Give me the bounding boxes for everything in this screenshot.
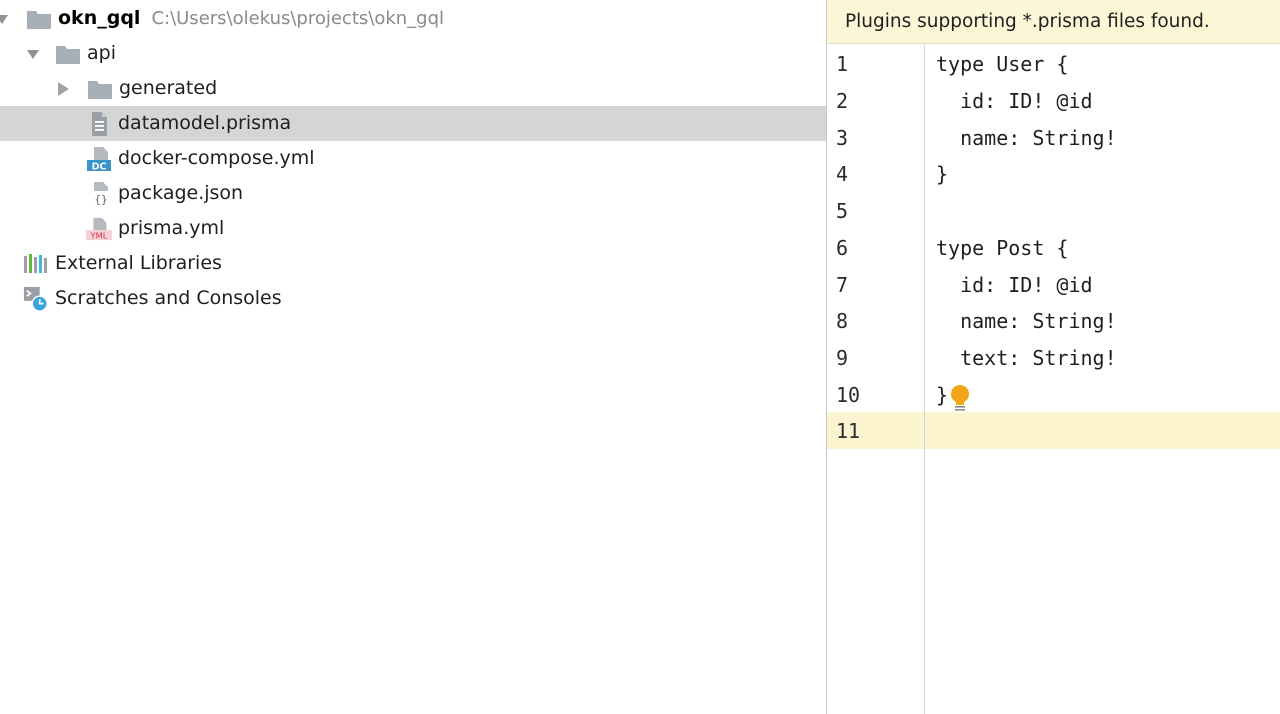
code-text: id: ID! @id: [936, 89, 1093, 113]
docker-compose-file-icon: DC: [86, 146, 112, 172]
tree-item-label: prisma.yml: [118, 217, 225, 239]
project-tree: okn_gql C:\Users\olekus\projects\okn_gql…: [0, 0, 826, 714]
tree-item-label: datamodel.prisma: [118, 112, 292, 134]
chevron-down-icon[interactable]: [25, 46, 41, 62]
tree-item-generated[interactable]: generated: [0, 71, 826, 106]
gutter-separator: [924, 44, 925, 714]
code-line-current[interactable]: 11: [827, 412, 1280, 449]
svg-text:{}: {}: [94, 193, 107, 206]
line-number: 5: [836, 199, 849, 223]
chevron-down-icon[interactable]: [0, 11, 10, 27]
code-text: name: String!: [936, 309, 1117, 333]
tree-item-label: api: [87, 42, 116, 64]
tree-item-label: generated: [119, 77, 218, 99]
code-text: name: String!: [936, 126, 1117, 150]
line-number: 8: [836, 309, 849, 333]
folder-icon: [55, 41, 81, 67]
json-file-icon: {}: [86, 181, 112, 207]
line-number: 3: [836, 126, 849, 150]
code-line[interactable]: 8 name: String!: [827, 302, 1280, 339]
code-line[interactable]: 4 }: [827, 155, 1280, 192]
line-number: 11: [836, 419, 861, 443]
yaml-file-icon: YML: [86, 216, 112, 242]
code-text: text: String!: [936, 346, 1117, 370]
line-number: 10: [836, 383, 861, 407]
folder-icon: [87, 76, 113, 102]
code-text: id: ID! @id: [936, 273, 1093, 297]
code-editor[interactable]: Plugins supporting *.prisma files found.…: [827, 0, 1280, 714]
code-line[interactable]: 7 id: ID! @id: [827, 266, 1280, 303]
tree-item-api[interactable]: api: [0, 36, 826, 71]
code-line[interactable]: 3 name: String!: [827, 119, 1280, 156]
scratches-icon: [23, 286, 49, 312]
plugins-notification-banner[interactable]: Plugins supporting *.prisma files found.: [827, 0, 1280, 44]
project-path: C:\Users\olekus\projects\okn_gql: [151, 7, 445, 29]
svg-text:DC: DC: [92, 161, 107, 172]
line-number: 1: [836, 52, 849, 76]
line-number: 2: [836, 89, 849, 113]
tree-item-label: package.json: [118, 182, 244, 204]
lightbulb-icon[interactable]: [949, 384, 971, 414]
code-text: type Post {: [936, 236, 1069, 260]
code-line[interactable]: 6 type Post {: [827, 229, 1280, 266]
text-file-icon: [86, 111, 112, 137]
code-text: }: [936, 162, 949, 186]
libraries-icon: [23, 251, 49, 277]
code-line[interactable]: 5: [827, 192, 1280, 229]
project-name: okn_gql: [58, 7, 141, 29]
tree-item-label: External Libraries: [55, 252, 222, 274]
line-number: 4: [836, 162, 849, 186]
chevron-right-icon[interactable]: [55, 81, 71, 97]
line-number: 9: [836, 346, 849, 370]
tree-item-label: docker-compose.yml: [118, 147, 315, 169]
line-number: 6: [836, 236, 849, 260]
banner-text: Plugins supporting *.prisma files found.: [845, 11, 1210, 32]
tree-item-scratches-and-consoles[interactable]: Scratches and Consoles: [0, 281, 826, 316]
code-text: type User {: [936, 52, 1069, 76]
code-line[interactable]: 9 text: String!: [827, 339, 1280, 376]
tree-item-external-libraries[interactable]: External Libraries: [0, 246, 826, 281]
tree-item-datamodel-prisma[interactable]: datamodel.prisma: [0, 106, 826, 141]
code-text: }: [936, 383, 949, 407]
folder-icon: [26, 6, 52, 32]
code-line[interactable]: 1 type User {: [827, 45, 1280, 82]
tree-item-prisma-yml[interactable]: YML prisma.yml: [0, 211, 826, 246]
tree-item-label: Scratches and Consoles: [55, 287, 282, 309]
tree-item-package-json[interactable]: {} package.json: [0, 176, 826, 211]
code-line[interactable]: 10 }: [827, 376, 1280, 413]
tree-root-okn-gql[interactable]: okn_gql C:\Users\olekus\projects\okn_gql: [0, 1, 826, 36]
svg-text:YML: YML: [90, 230, 108, 240]
tree-item-docker-compose-yml[interactable]: DC docker-compose.yml: [0, 141, 826, 176]
code-line[interactable]: 2 id: ID! @id: [827, 82, 1280, 119]
line-number: 7: [836, 273, 849, 297]
